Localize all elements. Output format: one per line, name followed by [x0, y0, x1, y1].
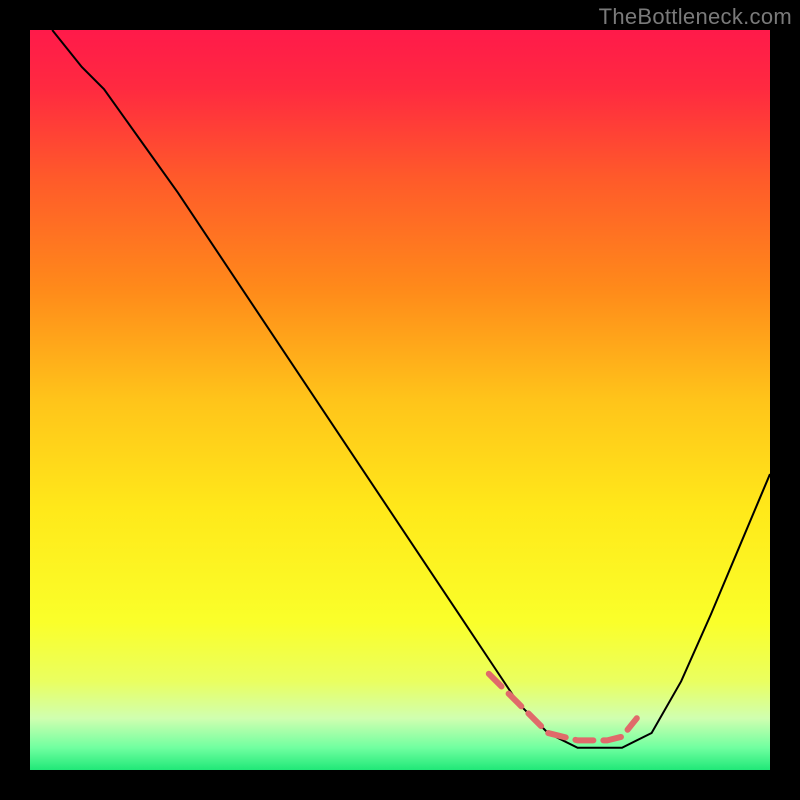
- main-curve: [52, 30, 770, 748]
- curve-layer: [30, 30, 770, 770]
- trough-highlight: [489, 674, 637, 741]
- chart-container: { "watermark": "TheBottleneck.com", "gra…: [0, 0, 800, 800]
- watermark-text: TheBottleneck.com: [599, 4, 792, 30]
- plot-area: [30, 30, 770, 770]
